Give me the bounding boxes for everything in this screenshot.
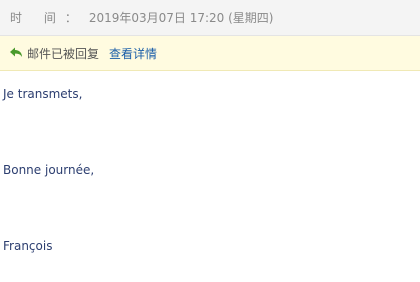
time-label: 时 间： (10, 11, 86, 25)
mail-meta-header: 时 间： 2019年03月07日 17:20 (星期四) (0, 0, 420, 36)
reply-arrow-icon (9, 46, 23, 60)
replied-notice-bar: 邮件已被回复 查看详情 (0, 36, 420, 71)
view-details-link[interactable]: 查看详情 (109, 45, 157, 62)
replied-status-text: 邮件已被回复 (27, 46, 100, 61)
message-signature: François (3, 239, 53, 253)
time-value: 2019年03月07日 17:20 (星期四) (88, 11, 274, 25)
mail-view: 时 间： 2019年03月07日 17:20 (星期四) 邮件已被回复 查看详情… (0, 0, 420, 282)
message-line: Bonne journée, (3, 163, 95, 177)
message-line: Je transmets, (3, 87, 83, 101)
